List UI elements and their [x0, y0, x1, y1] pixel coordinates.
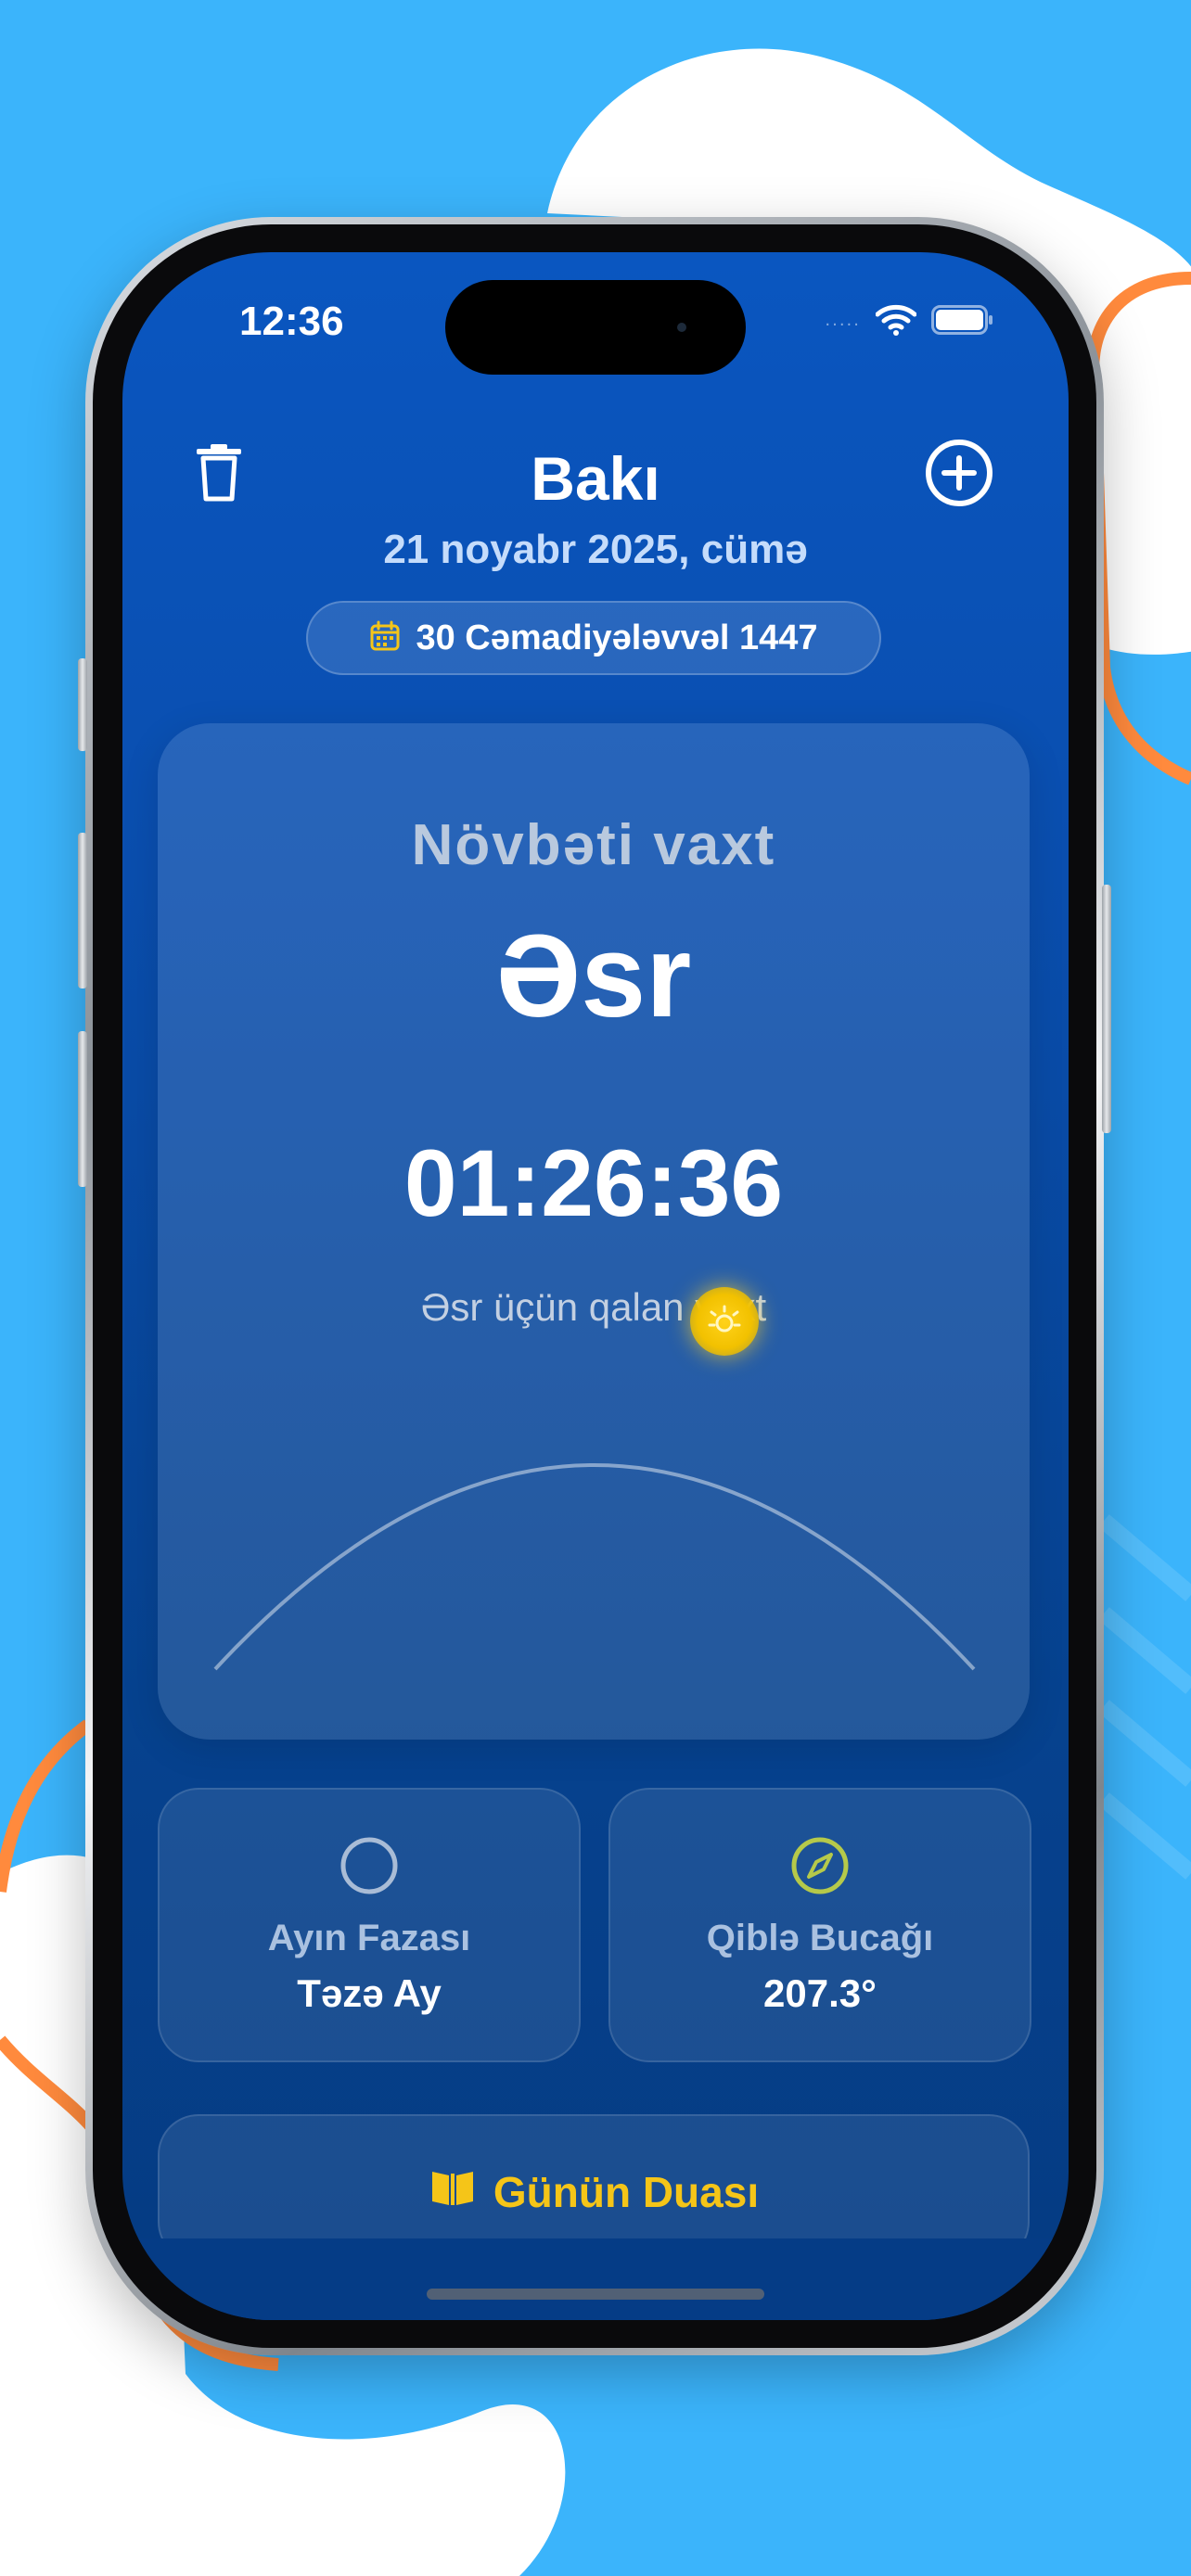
book-icon [429, 2166, 477, 2217]
qibla-label: Qiblə Bucağı [706, 1918, 934, 1958]
sun-icon [690, 1287, 759, 1356]
volume-down-button [78, 1031, 87, 1187]
status-time: 12:36 [239, 299, 344, 344]
battery-icon [931, 305, 994, 335]
home-indicator[interactable] [427, 2289, 764, 2300]
remaining-time-label: Əsr üçün qalan vaxt [420, 1285, 767, 1329]
qibla-card[interactable]: Qiblə Bucağı 207.3° [608, 1788, 1031, 2062]
next-prayer-name: Əsr [495, 911, 692, 1041]
status-indicators: ..... [825, 304, 994, 336]
moon-phase-label: Ayın Fazası [267, 1918, 471, 1958]
compass-icon [790, 1836, 850, 1899]
gregorian-date: 21 noyabr 2025, cümə [383, 527, 808, 572]
city-title: Bakı [531, 444, 660, 513]
dynamic-island [445, 280, 746, 375]
next-prayer-label: Növbəti vaxt [411, 813, 776, 877]
action-button [78, 658, 87, 751]
power-button [1102, 885, 1111, 1133]
signal-icon: ..... [825, 310, 861, 330]
calendar-icon [369, 620, 401, 656]
camera-dot [677, 323, 686, 332]
qibla-value: 207.3° [763, 1971, 877, 2015]
daily-dua-title: Günün Duası [493, 2167, 760, 2216]
wifi-icon [876, 304, 916, 336]
bottom-bar [122, 2238, 1069, 2320]
countdown-timer: 01:26:36 [403, 1130, 784, 1236]
moon-phase-value: Təzə Ay [297, 1971, 442, 2015]
volume-up-button [78, 833, 87, 988]
hijri-date-text: 30 Cəmadiyələvvəl 1447 [416, 618, 818, 657]
app-screen: 12:36 ..... Bakı 21 noyabr 2025, cümə 30… [122, 252, 1069, 2320]
hijri-date-pill[interactable]: 30 Cəmadiyələvvəl 1447 [306, 601, 881, 675]
moon-circle-icon [339, 1836, 399, 1899]
moon-phase-card[interactable]: Ayın Fazası Təzə Ay [158, 1788, 581, 2062]
next-prayer-card: Növbəti vaxt Əsr 01:26:36 Əsr üçün qalan… [158, 723, 1030, 1740]
